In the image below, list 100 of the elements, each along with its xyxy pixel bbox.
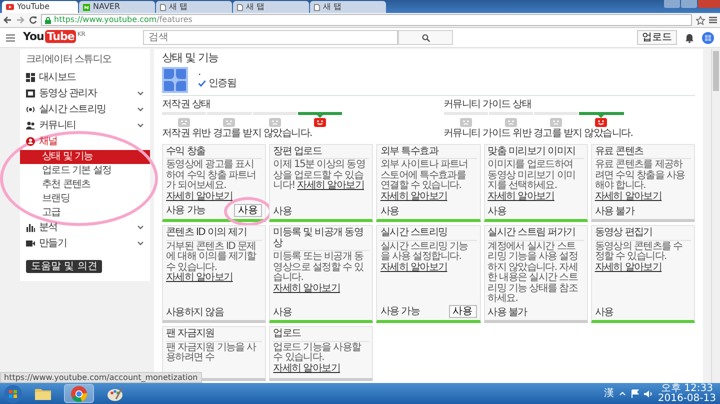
browser-icon <box>70 384 88 402</box>
enable-button[interactable]: 사용 <box>234 204 262 218</box>
feature-description: 외부 사이트나 파트너 스토어에 특수효과를 연결할 수 있습니다. 자세히 알아보기 <box>380 160 469 202</box>
back-icon[interactable] <box>3 16 12 24</box>
search-icon <box>422 34 430 42</box>
sidebar-subitem[interactable]: 상태 및 기능 <box>20 150 150 164</box>
feature-title: 유료 콘텐츠 <box>594 146 691 160</box>
learn-more-link[interactable]: 자세히 알아보기 <box>380 262 448 273</box>
sidebar-subitem[interactable]: 고급 <box>20 206 150 220</box>
feature-description: 업로드 기능을 사용할 수 있습니다. 자세히 알아보기 <box>273 342 362 374</box>
taskbar-app[interactable] <box>64 384 94 403</box>
status-message: 커뮤니티 가이드 위반 경고를 받지 않았습니다. <box>444 128 634 140</box>
feature-description: 거부된 콘텐츠 ID 문제에 대해 이의를 제기할 수 있습니다. 자세히 알아보기 <box>166 242 258 284</box>
feature-title: 동영상 편집기 <box>594 228 691 241</box>
feature-status: 사용 가능 <box>380 306 420 318</box>
feature-title: 외부 특수효과 <box>380 146 477 160</box>
feature-description: 동영상의 콘텐츠를 수정할 수 있습니다. 자세히 알아보기 <box>594 242 684 274</box>
page-icon <box>314 4 320 10</box>
dashboard-icon <box>26 73 35 82</box>
learn-more-link[interactable]: 자세히 알아보기 <box>594 262 662 273</box>
sidebar-item[interactable]: 만들기 <box>20 236 150 252</box>
sidebar-subitem[interactable]: 브랜딩 <box>20 192 150 206</box>
clock[interactable]: 오후 12:33 2016-08-13 <box>658 384 716 404</box>
sidebar-item[interactable]: 대시보드 <box>20 70 82 86</box>
feature-description: 미등록 또는 비공개 동영상으로 설정할 수 있습니다. 자세히 알아보기 <box>273 252 364 294</box>
feature-description: 팬 자금지원 기능을 사용하려면 수 <box>166 342 258 364</box>
feature-status: 사용 불가 <box>594 206 634 218</box>
learn-more-link[interactable]: 자세히 알아보기 <box>488 190 554 202</box>
lock-icon <box>45 16 51 24</box>
status-message: 저작권 위반 경고를 받지 않았습니다. <box>162 128 313 140</box>
start-button[interactable] <box>4 384 22 402</box>
feature-description: 계정에서 실시간 스트리밍 기능을 사용 설정하지 않았습니다. 자세한 내용은 실시간 스트리밍 기능 상태를 참조하세요. <box>488 242 579 305</box>
bar-chart-icon <box>26 223 35 232</box>
feature-status: 사용 <box>380 206 399 218</box>
notification-bell-icon[interactable] <box>685 32 694 42</box>
feature-title: 실시간 스트리밍 <box>380 228 477 241</box>
learn-more-link[interactable]: 자세히 알아보기 <box>297 180 364 192</box>
sidebar-item[interactable]: 분석 <box>20 220 150 236</box>
check-icon <box>198 80 206 88</box>
learn-more-link[interactable]: 자세히 알아보기 <box>166 190 233 202</box>
feature-status: 사용 <box>273 206 292 218</box>
feature-title: 맞춤 미리보기 이미지 <box>488 146 584 160</box>
status-title: 커뮤니티 가이드 상태 <box>444 98 532 110</box>
channel-name: . <box>198 66 202 78</box>
sidebar-item[interactable]: 채널 <box>20 134 64 150</box>
reload-icon[interactable] <box>29 16 37 24</box>
browser-tab[interactable]: 새 탭 <box>233 1 309 13</box>
feature-title: 수익 창출 <box>166 146 262 160</box>
learn-more-link[interactable]: 자세히 알아보기 <box>380 190 448 202</box>
search-field[interactable]: 검색 <box>143 30 398 45</box>
sad-face-icon <box>223 118 236 128</box>
sidebar-item[interactable]: 동영상 관리자 <box>20 86 150 102</box>
browser-tab[interactable]: YouTube <box>2 1 78 13</box>
broadcast-icon <box>26 105 35 114</box>
help-feedback-button[interactable]: 도움말 및 의견 <box>26 260 102 273</box>
learn-more-link[interactable]: 자세히 알아보기 <box>273 362 340 374</box>
browser-tab[interactable]: 새 탭 <box>310 1 386 13</box>
sad-face-icon <box>460 118 472 128</box>
star-icon[interactable] <box>696 16 705 24</box>
scrollbar[interactable] <box>711 49 720 383</box>
smile-face-icon <box>595 118 608 128</box>
page-icon <box>160 4 166 10</box>
learn-more-link[interactable]: 자세히 알아보기 <box>166 272 233 284</box>
feature-status: 사용 <box>594 306 614 318</box>
smile-face-icon <box>314 118 326 128</box>
account-avatar-icon[interactable] <box>702 32 714 44</box>
sad-face-icon <box>504 118 517 128</box>
enable-button[interactable]: 사용 <box>448 305 477 318</box>
browser-tab[interactable]: NAVER <box>79 1 155 13</box>
feature-title: 업로드 <box>273 329 370 342</box>
sidebar-item[interactable]: 실시간 스트리밍 <box>20 102 150 118</box>
browser-tab[interactable]: 새 탭 <box>156 1 232 13</box>
feature-description: 유료 콘텐츠를 제공하려면 수익 창출을 사용해야 합니다. 자세히 알아보기 <box>594 160 686 202</box>
input-method-indicator[interactable]: 漢 <box>604 388 614 400</box>
chevron-up-icon[interactable] <box>618 391 626 396</box>
person-icon <box>26 137 35 146</box>
verified-label: 인증됨 <box>208 78 236 90</box>
menu-icon[interactable] <box>6 34 15 42</box>
sidebar-subitem[interactable]: 업로드 기본 설정 <box>20 164 150 178</box>
menu-icon[interactable] <box>709 16 717 24</box>
sidebar-subitem[interactable]: 추천 콘텐츠 <box>20 178 150 192</box>
learn-more-link[interactable]: 자세히 알아보기 <box>594 190 662 202</box>
sad-face-icon <box>178 118 190 128</box>
tab-icon <box>83 4 90 10</box>
upload-button[interactable]: 업로드 <box>637 30 677 45</box>
people-icon <box>26 121 35 130</box>
feature-title: 팬 자금지원 <box>166 329 262 342</box>
sad-face-icon <box>268 118 281 128</box>
status-title: 저작권 상태 <box>162 98 210 110</box>
flag-icon[interactable] <box>630 389 639 398</box>
feature-title: 콘텐츠 ID 이의 제기 <box>166 228 262 241</box>
search-button[interactable] <box>398 30 454 45</box>
feature-description: 이제 15분 이상의 동영상을 업로드할 수 있습니다! 자세히 알아보기 <box>273 160 366 192</box>
sidebar-item[interactable]: 커뮤니티 <box>20 118 150 134</box>
volume-icon[interactable] <box>644 390 653 398</box>
feature-status: 사용하지 않음 <box>166 306 224 318</box>
feature-description: 실시간 스트리밍 기능을 사용 설정합니다. 자세히 알아보기 <box>380 242 469 274</box>
feature-status: 사용 불가 <box>488 306 527 318</box>
address-field[interactable]: https://www.youtube.com/features <box>41 14 692 26</box>
learn-more-link[interactable]: 자세히 알아보기 <box>273 282 340 294</box>
